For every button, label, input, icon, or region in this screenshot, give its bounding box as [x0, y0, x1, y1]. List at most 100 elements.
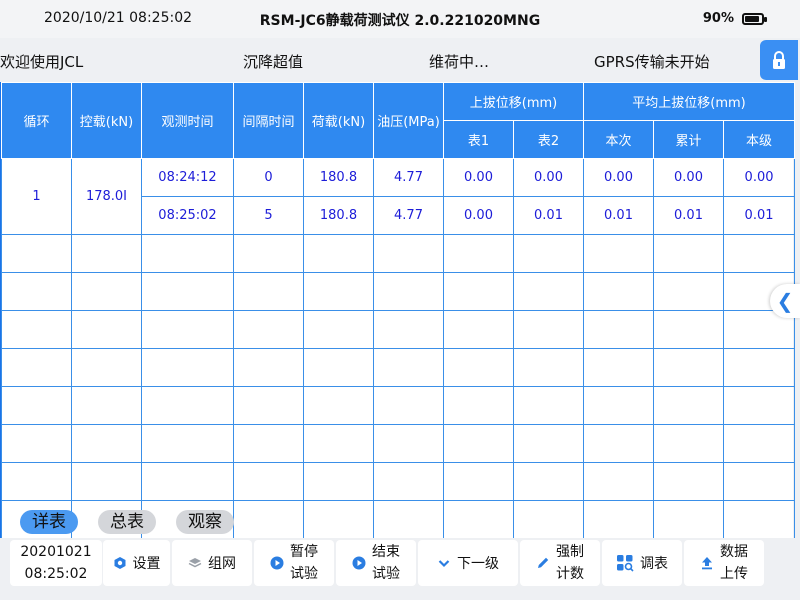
force-label-line2: 计数 [556, 566, 584, 582]
view-tabs: 详表 总表 观察 [20, 510, 234, 534]
layers-icon [188, 558, 202, 568]
empty-cell [233, 234, 304, 273]
header-gauge2: 表2 [512, 120, 585, 159]
empty-cell [653, 234, 725, 273]
welcome-text: 欢迎使用JCL [0, 53, 84, 71]
header-control: 控载(kN) [71, 82, 142, 159]
empty-cell [1, 310, 72, 349]
empty-cell [583, 310, 655, 349]
empty-cell [303, 272, 374, 311]
cell-this: 0.00 [583, 158, 655, 197]
empty-cell [141, 462, 234, 501]
cell-interval: 0 [233, 158, 304, 197]
grid-search-icon [617, 555, 634, 572]
empty-cell [141, 272, 234, 311]
empty-table-row [1, 272, 796, 311]
upload-label-line2: 上传 [720, 566, 748, 582]
header-load: 荷载(kN) [303, 82, 374, 159]
empty-cell [723, 234, 796, 273]
adjust-gauge-button[interactable]: 调表 [602, 540, 682, 586]
chevron-left-icon[interactable]: ❮ [770, 284, 800, 318]
empty-cell [233, 310, 304, 349]
battery-icon [742, 12, 767, 25]
force-count-button[interactable]: 强制 计数 [520, 540, 600, 586]
pause-label: 暂停 试验 [290, 541, 318, 585]
toolbar-date: 20201021 [20, 544, 92, 560]
empty-cell [141, 386, 234, 425]
app-screen: 2020/10/21 08:25:02 RSM-JC6静载荷测试仪 2.0.22… [0, 0, 800, 600]
force-label-line1: 强制 [556, 544, 584, 560]
tab-observe[interactable]: 观察 [176, 510, 234, 534]
upload-icon [702, 557, 712, 570]
cell-time: 08:25:02 [141, 196, 234, 235]
datetime-display: 20201021 08:25:02 [10, 540, 102, 586]
header-obs-time: 观测时间 [141, 82, 234, 159]
empty-cell [512, 386, 585, 425]
info-bar: 欢迎使用JCL 沉降超值 维荷中… GPRS传输未开始 [0, 38, 800, 82]
end-label-line2: 试验 [372, 566, 400, 582]
empty-cell [443, 272, 514, 311]
battery-indicator: 90% [703, 11, 767, 26]
end-label-line1: 结束 [372, 544, 400, 560]
pause-test-button[interactable]: 暂停 试验 [254, 540, 334, 586]
adjust-label: 调表 [640, 556, 668, 572]
header-interval: 间隔时间 [233, 82, 304, 159]
chevron-down-icon [438, 560, 450, 568]
empty-cell [512, 462, 585, 501]
cell-cycle: 1 [1, 158, 72, 235]
lock-icon [773, 51, 785, 69]
holding-status: 维荷中… [429, 53, 490, 71]
status-bar: 2020/10/21 08:25:02 RSM-JC6静载荷测试仪 2.0.22… [0, 0, 800, 38]
empty-cell [71, 272, 142, 311]
end-test-button[interactable]: 结束 试验 [336, 540, 416, 586]
header-cum: 累计 [653, 120, 725, 159]
empty-cell [233, 272, 304, 311]
lock-button[interactable] [760, 40, 798, 80]
empty-cell [71, 348, 142, 387]
pause-label-line2: 试验 [290, 566, 318, 582]
empty-cell [583, 234, 655, 273]
empty-cell [653, 386, 725, 425]
hexagon-gear-icon [114, 557, 125, 569]
empty-cell [71, 424, 142, 463]
header-this: 本次 [583, 120, 655, 159]
settings-button[interactable]: 设置 [103, 540, 170, 586]
cell-load: 180.8 [303, 196, 374, 235]
empty-cell [233, 386, 304, 425]
empty-cell [443, 500, 514, 539]
cell-time: 08:24:12 [141, 158, 234, 197]
network-button[interactable]: 组网 [172, 540, 252, 586]
upload-label-line1: 数据 [720, 544, 748, 560]
next-level-button[interactable]: 下一级 [418, 540, 518, 586]
empty-cell [141, 234, 234, 273]
table-row[interactable]: 1 178.0I 08:24:12 0 180.8 4.77 0.00 0.00… [1, 158, 796, 235]
empty-cell [1, 234, 72, 273]
cell-level: 0.01 [723, 196, 796, 235]
empty-cell [583, 500, 655, 539]
empty-cell [373, 386, 444, 425]
empty-cell [583, 272, 655, 311]
empty-cell [512, 348, 585, 387]
empty-cell [233, 500, 304, 539]
bottom-toolbar: 20201021 08:25:02 设置 组网 暂停 试验 结束试验 下一级 强制… [0, 538, 800, 600]
tab-detail[interactable]: 详表 [20, 510, 78, 534]
empty-cell [233, 462, 304, 501]
empty-cell [653, 272, 725, 311]
cell-this: 0.01 [583, 196, 655, 235]
empty-cell [71, 234, 142, 273]
upload-data-button[interactable]: 数据 上传 [684, 540, 764, 586]
app-title: RSM-JC6静载荷测试仪 2.0.221020MNG [259, 13, 541, 29]
empty-cell [723, 462, 796, 501]
empty-cell [373, 234, 444, 273]
battery-fill [745, 15, 759, 22]
header-cycle: 循环 [1, 82, 72, 159]
empty-cell [443, 386, 514, 425]
empty-cell [233, 424, 304, 463]
cell-interval: 5 [233, 196, 304, 235]
empty-cell [303, 310, 374, 349]
empty-cell [303, 234, 374, 273]
empty-table-row [1, 424, 796, 463]
empty-cell [512, 310, 585, 349]
tab-summary[interactable]: 总表 [98, 510, 156, 534]
empty-cell [512, 424, 585, 463]
